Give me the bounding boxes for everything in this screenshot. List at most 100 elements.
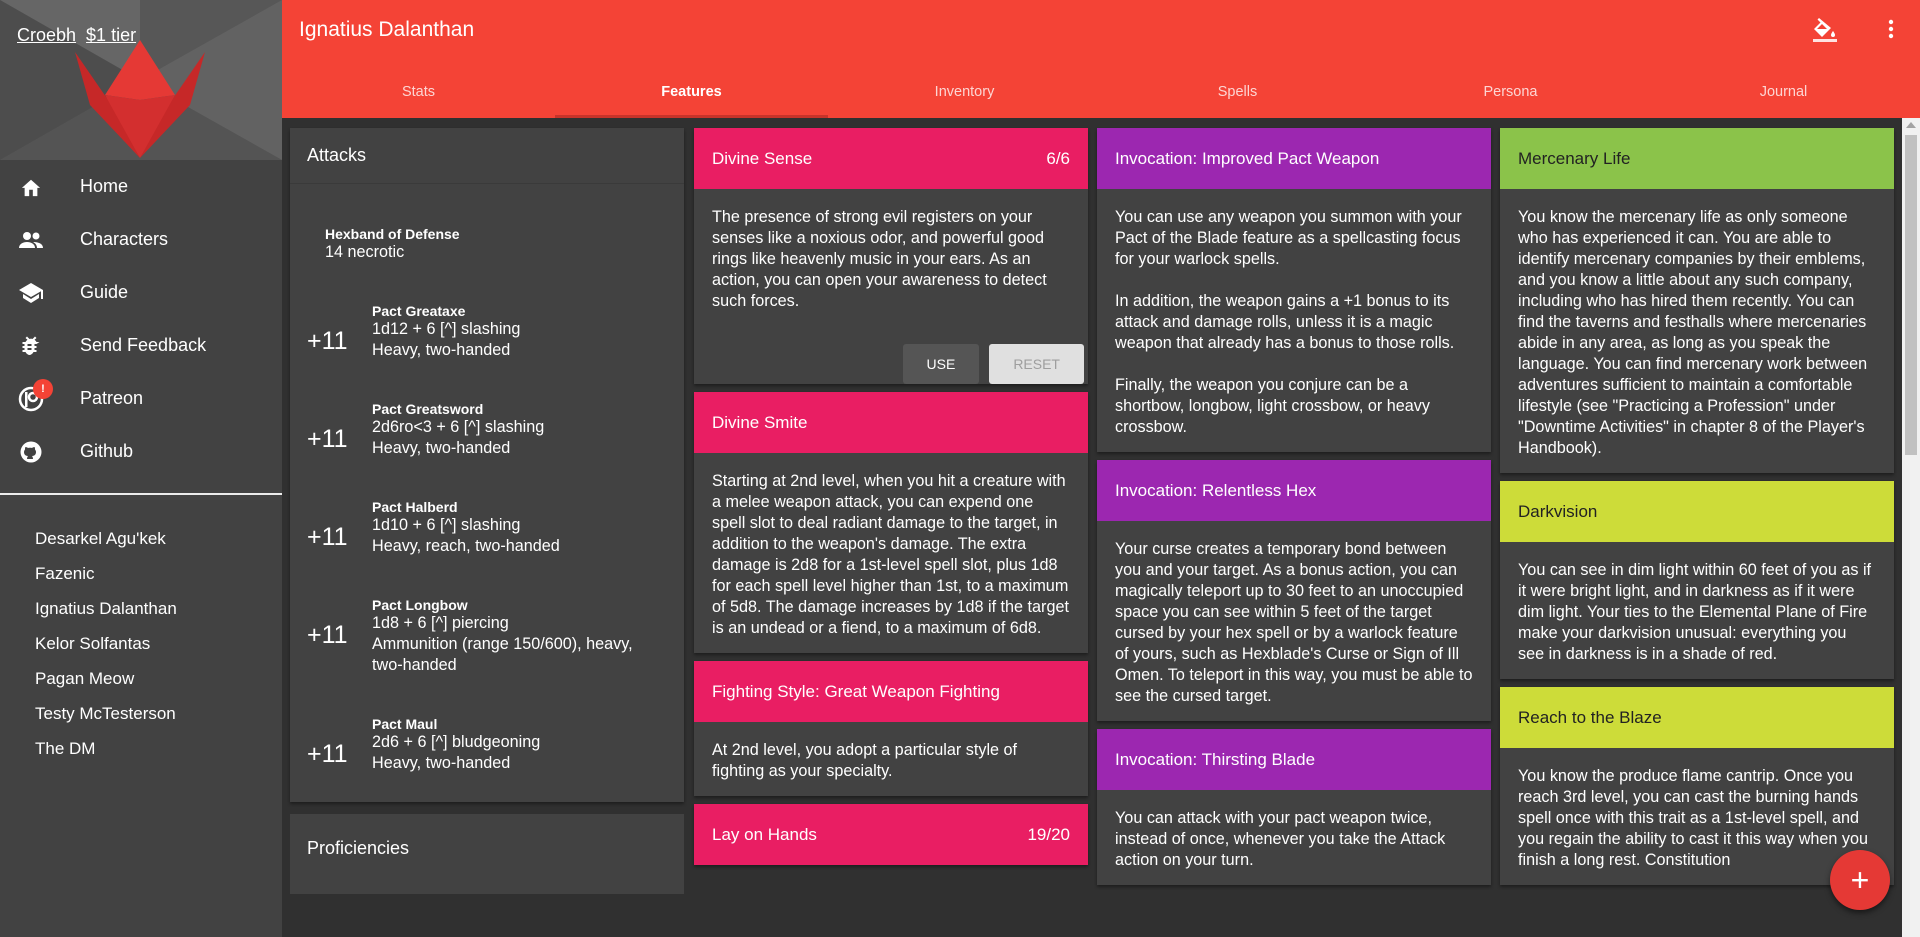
home-icon <box>18 174 44 200</box>
feature-paragraph: Starting at 2nd level, when you hit a cr… <box>712 472 1069 637</box>
feature-card-header[interactable]: Divine Sense 6/6 <box>694 128 1088 189</box>
character-item[interactable]: Desarkel Agu'kek <box>0 521 282 556</box>
feature-card-header[interactable]: Darkvision <box>1500 481 1894 542</box>
feature-paragraph: You can use any weapon you summon with y… <box>1115 208 1462 268</box>
tab-spells[interactable]: Spells <box>1101 72 1374 118</box>
sidebar: Croebh $1 tier Home Characters Guide Sen… <box>0 0 282 937</box>
attack-item[interactable]: +11 Pact Maul 2d6 + 6 [^] bludgeoning Heavy… <box>290 676 684 774</box>
character-item[interactable]: Testy McTesterson <box>0 696 282 731</box>
feature-card: Lay on Hands 19/20 <box>694 804 1088 865</box>
feature-paragraph: In addition, the weapon gains a +1 bonus… <box>1115 292 1455 352</box>
nav-label: Send Feedback <box>80 335 207 355</box>
feature-card-header[interactable]: Mercenary Life <box>1500 128 1894 189</box>
proficiencies-card: Proficiencies <box>290 814 684 894</box>
attack-detail: 1d10 + 6 [^] slashing <box>372 516 521 534</box>
tab-journal[interactable]: Journal <box>1647 72 1920 118</box>
feature-actions: USE RESET <box>694 344 1088 384</box>
attacks-title: Attacks <box>290 128 684 184</box>
attack-name: Pact Greatsword <box>372 401 484 417</box>
feature-counter: 6/6 <box>1046 148 1070 168</box>
tab-stats[interactable]: Stats <box>282 72 555 118</box>
attack-detail: Heavy, two-handed <box>372 439 511 457</box>
more-menu-button[interactable] <box>1876 14 1906 44</box>
feature-card: Invocation: Relentless Hex Your curse cre… <box>1097 460 1491 721</box>
tab-persona[interactable]: Persona <box>1374 72 1647 118</box>
feature-title: Divine Smite <box>712 412 808 432</box>
scrollbar-thumb[interactable] <box>1905 135 1917 455</box>
feature-card: Darkvision You can see in dim light withi… <box>1500 481 1894 679</box>
feature-title: Invocation: Thirsting Blade <box>1115 749 1316 769</box>
feature-title: Invocation: Improved Pact Weapon <box>1115 148 1380 168</box>
feature-card-header[interactable]: Reach to the Blaze <box>1500 687 1894 748</box>
tier-link[interactable]: $1 tier <box>86 25 136 46</box>
feature-paragraph: You know the mercenary life as only some… <box>1518 208 1868 457</box>
attack-bonus: +11 <box>307 621 348 649</box>
attack-detail: 1d12 + 6 [^] slashing <box>372 320 521 338</box>
feature-card-header[interactable]: Fighting Style: Great Weapon Fighting <box>694 661 1088 722</box>
attack-bonus: +11 <box>307 523 348 551</box>
attack-bonus: +11 <box>307 425 348 453</box>
attack-item[interactable]: +11 Pact Greatsword 2d6ro<3 + 6 [^] slashi… <box>290 361 684 459</box>
nav-item-home[interactable]: Home <box>0 160 282 213</box>
nav-item-patreon[interactable]: ! Patreon <box>0 372 282 425</box>
feature-column-3: Invocation: Improved Pact Weapon You can … <box>1097 128 1491 893</box>
feature-card-header[interactable]: Invocation: Relentless Hex <box>1097 460 1491 521</box>
nav-label: Characters <box>80 229 169 249</box>
feature-card-header[interactable]: Lay on Hands 19/20 <box>694 804 1088 865</box>
attack-name: Pact Greataxe <box>372 303 466 319</box>
feature-description: You can attack with your pact weapon twi… <box>1097 790 1491 885</box>
attacks-card: Attacks Hexband of Defense 14 necrotic +11… <box>290 128 684 802</box>
user-info: Croebh $1 tier <box>17 25 136 46</box>
feature-title: Mercenary Life <box>1518 148 1631 168</box>
use-button[interactable]: USE <box>902 344 980 384</box>
attack-detail: 2d6ro<3 + 6 [^] slashing <box>372 418 545 436</box>
add-fab-button[interactable]: + <box>1830 850 1890 910</box>
theme-button[interactable] <box>1810 14 1840 44</box>
feature-card: Divine Smite Starting at 2nd level, when … <box>694 392 1088 653</box>
username-link[interactable]: Croebh <box>17 25 76 46</box>
attack-name: Pact Longbow <box>372 597 468 613</box>
scrollbar[interactable] <box>1902 118 1920 937</box>
character-item[interactable]: Kelor Solfantas <box>0 626 282 661</box>
feature-description: You know the mercenary life as only some… <box>1500 189 1894 473</box>
attack-detail: 14 necrotic <box>325 243 405 261</box>
attack-detail: two-handed <box>372 656 457 674</box>
feature-title: Reach to the Blaze <box>1518 707 1662 727</box>
feature-card-header[interactable]: Invocation: Thirsting Blade <box>1097 729 1491 790</box>
feature-title: Lay on Hands <box>712 824 817 844</box>
character-item[interactable]: Pagan Meow <box>0 661 282 696</box>
feature-card: Reach to the Blaze You know the produce f… <box>1500 687 1894 885</box>
feature-title: Fighting Style: Great Weapon Fighting <box>712 681 1000 701</box>
tab-features[interactable]: Features <box>555 72 828 118</box>
feature-description: You can see in dim light within 60 feet … <box>1500 542 1894 679</box>
feature-card: Invocation: Thirsting Blade You can attac… <box>1097 729 1491 885</box>
attack-item[interactable]: +11 Pact Halberd 1d10 + 6 [^] slashing Heav… <box>290 459 684 557</box>
character-list: Desarkel Agu'kek Fazenic Ignatius Dalant… <box>0 495 282 766</box>
character-item[interactable]: Ignatius Dalanthan <box>0 591 282 626</box>
tab-bar: Stats Features Inventory Spells Persona … <box>282 72 1920 118</box>
feature-card: Invocation: Improved Pact Weapon You can … <box>1097 128 1491 452</box>
tab-inventory[interactable]: Inventory <box>828 72 1101 118</box>
reset-button[interactable]: RESET <box>989 344 1084 384</box>
character-item[interactable]: The DM <box>0 731 282 766</box>
nav-item-guide[interactable]: Guide <box>0 266 282 319</box>
attack-item[interactable]: +11 Pact Greataxe 1d12 + 6 [^] slashing Hea… <box>290 263 684 361</box>
feature-title: Invocation: Relentless Hex <box>1115 480 1317 500</box>
attack-item[interactable]: +11 Pact Longbow 1d8 + 6 [^] piercing Ammun… <box>290 557 684 676</box>
attack-item[interactable]: Hexband of Defense 14 necrotic <box>290 184 684 263</box>
nav-item-characters[interactable]: Characters <box>0 213 282 266</box>
nav-item-send-feedback[interactable]: Send Feedback <box>0 319 282 372</box>
github-icon <box>18 439 44 465</box>
scroll-up-arrow-icon[interactable] <box>1906 122 1916 128</box>
sidebar-header: Croebh $1 tier <box>0 0 282 160</box>
feature-card: Divine Sense 6/6 The presence of strong ev… <box>694 128 1088 384</box>
character-item[interactable]: Fazenic <box>0 556 282 591</box>
school-icon <box>18 280 44 306</box>
nav-item-github[interactable]: Github <box>0 425 282 478</box>
attack-list: Hexband of Defense 14 necrotic +11 Pact Gre… <box>290 184 684 802</box>
feature-card-header[interactable]: Invocation: Improved Pact Weapon <box>1097 128 1491 189</box>
feature-title: Divine Sense <box>712 148 813 168</box>
dragon-logo-icon <box>75 40 205 158</box>
feature-description: Starting at 2nd level, when you hit a cr… <box>694 453 1088 653</box>
feature-card-header[interactable]: Divine Smite <box>694 392 1088 453</box>
